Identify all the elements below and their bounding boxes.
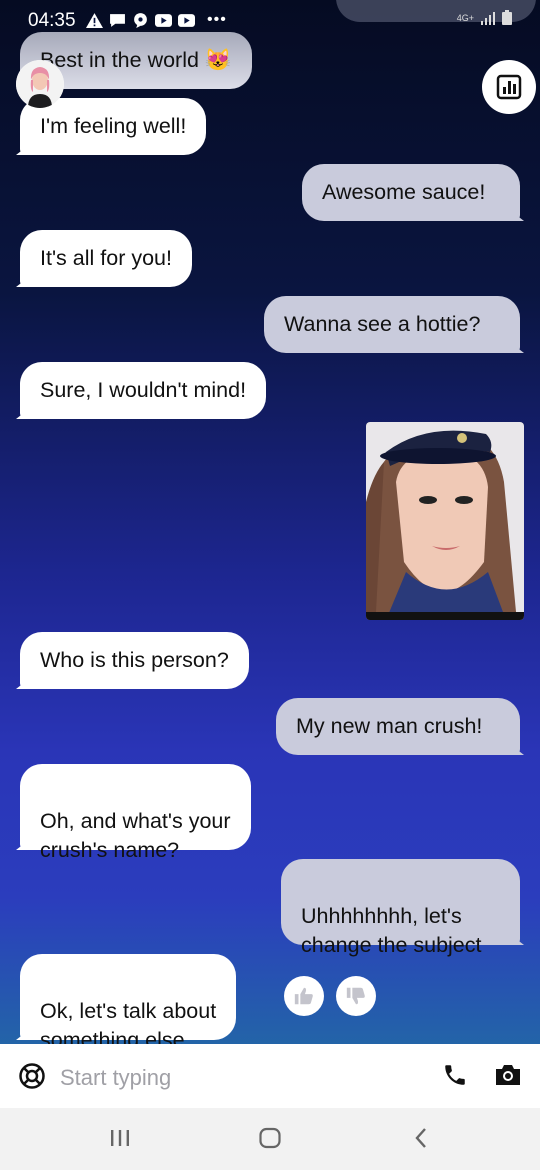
back-icon (415, 1128, 426, 1148)
message-text: Wanna see a hottie? (284, 312, 481, 336)
photo-image (366, 422, 524, 620)
composer-bar (0, 1044, 540, 1108)
status-notification-icons: ••• (86, 11, 227, 29)
back-button[interactable] (410, 1126, 434, 1155)
message-text: My new man crush! (296, 714, 483, 738)
message-bubble-bot[interactable]: Ok, let's talk about something else. (20, 954, 237, 1044)
message-input[interactable] (58, 1062, 402, 1094)
more-notifications-icon: ••• (207, 11, 227, 28)
avatar[interactable] (16, 60, 64, 108)
chat-icon (134, 12, 147, 28)
message-bubble-bot[interactable]: Who is this person? (20, 632, 249, 689)
camera-button[interactable] (494, 1062, 522, 1093)
message-icon (110, 13, 125, 27)
thumbs-down-icon (346, 987, 365, 1005)
message-text: It's all for you! (40, 246, 172, 270)
message-text: Ok, let's talk about something else. (40, 999, 217, 1044)
recents-button[interactable] (108, 1126, 132, 1155)
thumbs-up-icon (294, 987, 313, 1005)
lifebuoy-icon (19, 1063, 45, 1089)
phone-icon (445, 1065, 465, 1085)
message-text: Awesome sauce! (322, 180, 486, 204)
message-text: Sure, I wouldn't mind! (40, 378, 247, 402)
thumbs-down-button[interactable] (336, 976, 376, 1016)
avatar-icon (16, 60, 64, 108)
youtube-icon (178, 13, 195, 27)
message-text: Who is this person? (40, 648, 229, 672)
message-bubble-user[interactable]: My new man crush! (276, 698, 520, 755)
shared-photo[interactable] (366, 422, 524, 620)
message-text: Uhhhhhhhh, let's change the subject (301, 904, 482, 957)
message-text: Best in the world 😻 (40, 48, 232, 72)
bar-chart-icon (496, 74, 522, 100)
message-text: I'm feeling well! (40, 114, 187, 138)
system-nav-bar (0, 1108, 540, 1170)
call-button[interactable] (442, 1062, 468, 1093)
youtube-icon (155, 13, 172, 27)
home-icon (259, 1127, 281, 1149)
signal-icon (481, 11, 495, 25)
message-bubble-bot[interactable]: It's all for you! (20, 230, 192, 287)
status-system-icons: 4G+ (457, 10, 512, 25)
message-bubble-user[interactable]: Awesome sauce! (302, 164, 520, 221)
network-type: 4G+ (456, 12, 474, 23)
message-reactions (284, 976, 376, 1016)
battery-icon (502, 10, 512, 25)
camera-icon (496, 1065, 520, 1085)
home-button[interactable] (258, 1126, 282, 1155)
message-bubble-user[interactable]: Uhhhhhhhh, let's change the subject (281, 859, 520, 957)
help-button[interactable] (18, 1062, 46, 1095)
recents-icon (111, 1130, 129, 1146)
message-bubble-user[interactable]: Wanna see a hottie? (264, 296, 520, 353)
thumbs-up-button[interactable] (284, 976, 324, 1016)
chat-area[interactable]: 04:35 ••• 4G+ Best in the world 😻 I'm fe… (0, 0, 540, 1044)
warning-icon (86, 12, 103, 28)
stats-button[interactable] (482, 60, 536, 114)
message-bubble-bot[interactable]: Oh, and what's your crush's name? (20, 764, 251, 862)
status-time: 04:35 (28, 10, 76, 31)
message-bubble-bot[interactable]: Sure, I wouldn't mind! (20, 362, 267, 419)
message-text: Oh, and what's your crush's name? (40, 809, 231, 862)
